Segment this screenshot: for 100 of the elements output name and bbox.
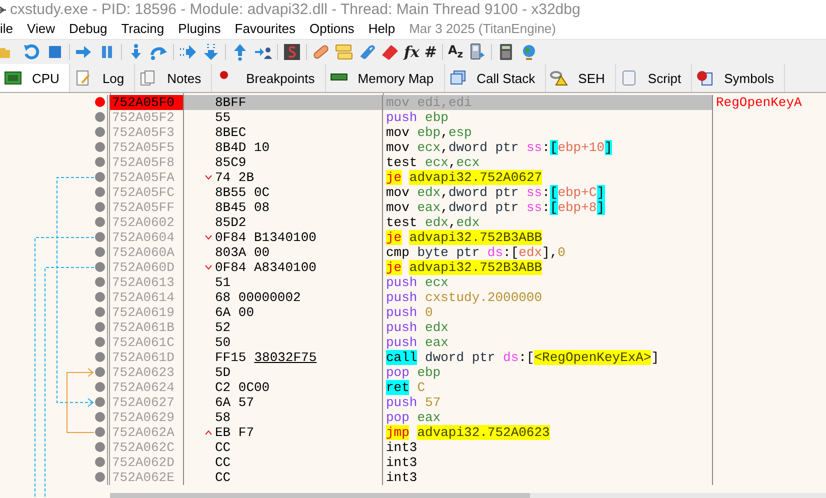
- address-cell-text: 752A061C: [111, 334, 176, 350]
- tab[interactable]: SEH: [546, 64, 616, 92]
- breakpoint-dot[interactable]: [95, 352, 105, 362]
- tab[interactable]: Symbols: [692, 64, 785, 92]
- arrow-up-icon[interactable]: [231, 42, 249, 61]
- tab[interactable]: Script: [616, 64, 692, 92]
- menu-item[interactable]: Tracing: [121, 21, 164, 36]
- address-cell-text: 752A060A: [111, 244, 176, 260]
- bytes-text: FF15: [215, 350, 246, 365]
- tab[interactable]: Call Stack: [444, 64, 546, 92]
- address-cell-text: 752A0627: [111, 394, 176, 410]
- breakpoint-dot[interactable]: [95, 292, 105, 302]
- breakpoint-dot[interactable]: [95, 172, 105, 182]
- instruction-cell: push ecx: [383, 274, 713, 290]
- toolbar-button[interactable]: A$_{z}$: [448, 43, 464, 61]
- breakpoint-dot[interactable]: [95, 232, 105, 242]
- address-cell-text: 752A05FA: [111, 170, 176, 185]
- instruction-cell: push edx: [383, 320, 713, 335]
- menu-item[interactable]: Plugins: [178, 21, 221, 36]
- chevron-down-icon: [205, 174, 212, 180]
- scrollbar-thumb[interactable]: [110, 492, 530, 498]
- breakpoint-dot[interactable]: [95, 126, 105, 137]
- build-info: Mar 3 2025 (TitanEngine): [409, 21, 556, 36]
- menu-item[interactable]: Debug: [68, 21, 108, 36]
- breakpoint-dot[interactable]: [95, 276, 105, 287]
- breakpoint-dot[interactable]: [95, 216, 105, 227]
- breakpoint-dot[interactable]: [95, 202, 105, 212]
- bytes-text: 55: [215, 110, 231, 125]
- toolbar-button[interactable]: #: [424, 42, 437, 61]
- breakpoint-dot[interactable]: [95, 246, 105, 257]
- dotted-arrow-down-icon[interactable]: [202, 42, 220, 61]
- menu-item[interactable]: Favourites: [234, 21, 296, 36]
- tab[interactable]: Log: [70, 64, 136, 92]
- notepad-icon: [74, 70, 92, 86]
- bytes-text: CC: [215, 470, 231, 485]
- bytes-text: 52: [215, 320, 231, 335]
- breakpoint-dot[interactable]: [95, 336, 105, 347]
- address-cell-text: 752A0629: [111, 410, 176, 425]
- menu-item[interactable]: ile: [0, 21, 14, 36]
- breakpoint-dot[interactable]: [95, 472, 105, 482]
- address-cell-text: 752A05F5: [111, 140, 176, 155]
- address-link[interactable]: 38032F75: [254, 350, 317, 365]
- breakpoint-dot[interactable]: [95, 96, 105, 107]
- bytes-text: 8BFF: [215, 94, 246, 110]
- tab[interactable]: Notes: [135, 64, 212, 92]
- bytes-text: 8B45 08: [215, 200, 270, 215]
- address-cell-text: 752A0604: [111, 230, 176, 245]
- bytes-text: 85C9: [215, 154, 246, 170]
- address-cell-text: 752A060D: [111, 260, 176, 275]
- breakpoint-dot[interactable]: [95, 382, 105, 392]
- instruction-cell: push cxstudy.2000000: [383, 290, 713, 305]
- address-cell-text: 752A0613: [111, 274, 176, 290]
- address-cell-text: 752A062C: [111, 440, 176, 455]
- instruction-cell: mov edi,edi: [383, 94, 713, 110]
- breakpoint-dot[interactable]: [95, 186, 105, 197]
- bytes-text: 58: [215, 410, 231, 425]
- address-cell-text: 752A05F2: [111, 110, 176, 125]
- breakpoint-dot-icon: [220, 71, 228, 80]
- breakpoint-dot[interactable]: [95, 262, 105, 272]
- bytes-text: 0F84 A8340100: [215, 260, 316, 275]
- instruction-cell: jmp advapi32.752A0623: [383, 424, 713, 440]
- bytes-text: 803A 00: [215, 244, 270, 260]
- script-icon[interactable]: [283, 42, 301, 61]
- instruction-cell: int3: [383, 454, 713, 470]
- menu-item[interactable]: Options: [310, 21, 354, 36]
- toolbar-button[interactable]: fx: [404, 42, 420, 61]
- chain-warning-icon: [550, 70, 568, 86]
- bytes-text: 0F84 B1340100: [215, 230, 316, 245]
- address-cell-text: 752A05FF: [111, 200, 176, 215]
- bytes-text: 8B55 0C: [215, 184, 270, 200]
- dotted-arrow-right-icon[interactable]: [179, 42, 197, 61]
- comment-text: RegOpenKeyA: [716, 94, 802, 110]
- restart-icon[interactable]: [23, 42, 41, 61]
- breakpoint-dot[interactable]: [95, 142, 105, 152]
- breakpoint-dot[interactable]: [95, 366, 105, 377]
- tab[interactable]: CPU: [0, 64, 70, 92]
- breakpoint-dot[interactable]: [95, 156, 105, 167]
- ball-document-icon: [696, 70, 714, 86]
- breakpoint-dot[interactable]: [95, 412, 105, 422]
- instruction-cell: mov ecx,dword ptr ss:[ebp+10]: [383, 140, 713, 155]
- address-cell-text: 752A062D: [111, 454, 176, 470]
- breakpoint-dot[interactable]: [95, 112, 105, 122]
- chevron-down-icon: [205, 234, 212, 240]
- instruction-cell: mov edx,dword ptr ss:[ebp+C]: [383, 184, 713, 200]
- address-cell-text: 752A0624: [111, 380, 176, 395]
- comment-icon[interactable]: [335, 42, 353, 61]
- breakpoint-dot[interactable]: [95, 426, 105, 437]
- tab[interactable]: Breakpoints: [212, 64, 326, 92]
- breakpoint-dot[interactable]: [95, 396, 105, 407]
- windows-icon: [448, 70, 467, 86]
- breakpoint-dot[interactable]: [95, 306, 105, 317]
- tab[interactable]: Memory Map: [326, 64, 445, 92]
- address-cell-text: 752A05FC: [111, 184, 176, 200]
- address-cell-text: 752A062E: [111, 470, 176, 485]
- menu-item[interactable]: Help: [368, 21, 396, 36]
- breakpoint-dot[interactable]: [95, 322, 105, 332]
- breakpoint-dot[interactable]: [95, 456, 105, 467]
- phone-icon[interactable]: [468, 42, 486, 61]
- breakpoint-dot[interactable]: [95, 442, 105, 452]
- menu-item[interactable]: View: [27, 21, 55, 36]
